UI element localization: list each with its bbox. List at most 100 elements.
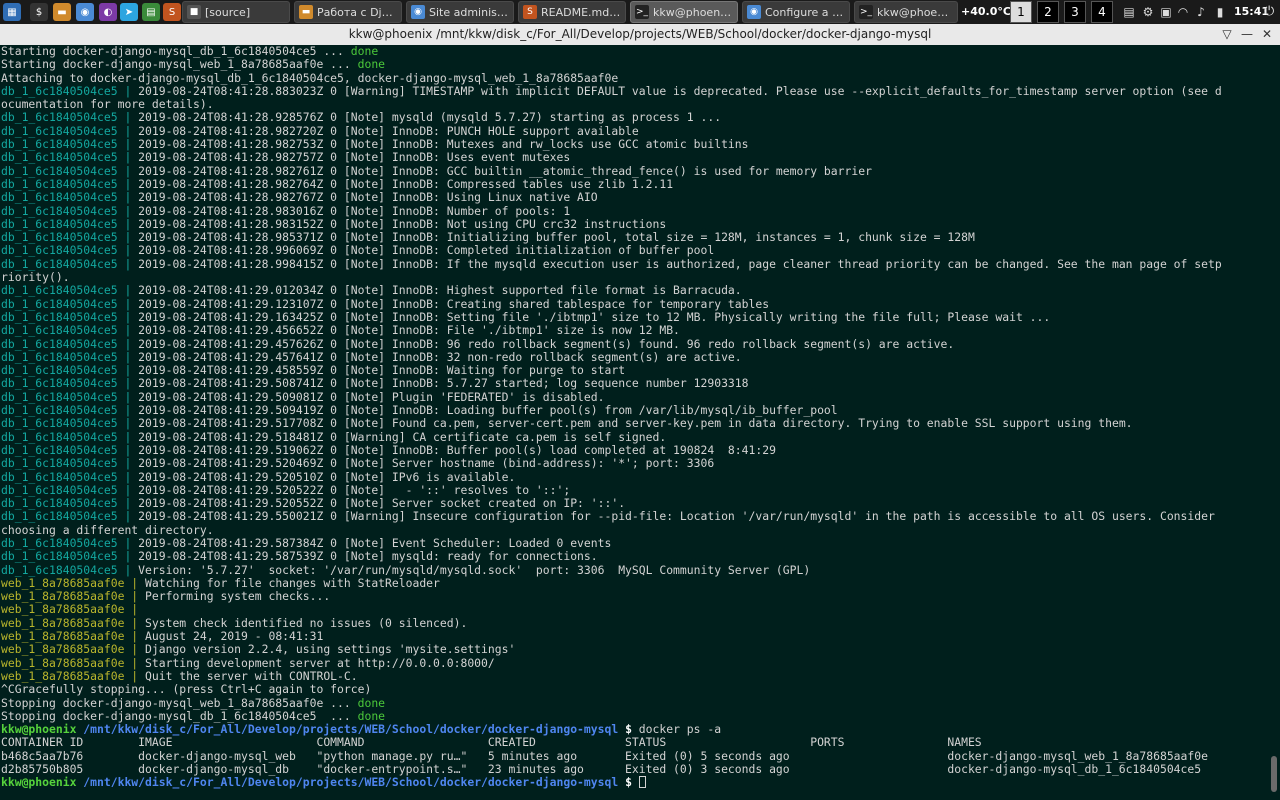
- terminal-text: riority().: [1, 271, 70, 285]
- terminal-bold-text: $: [625, 723, 639, 737]
- terminal-text: 2019-08-24T08:41:28.998415Z 0 [Note] Inn…: [138, 257, 1222, 271]
- terminal-line: db_1_6c1840504ce5 | 2019-08-24T08:41:29.…: [0, 284, 1268, 297]
- terminal-text: choosing a different directory.: [1, 523, 214, 537]
- power-icon[interactable]: ⏻: [1264, 4, 1274, 19]
- terminal-db-text: db_1_6c1840504ce5 |: [1, 84, 139, 98]
- desktop-1-button[interactable]: 1: [1010, 1, 1032, 23]
- terminal-text: Quit the server with CONTROL-C.: [145, 669, 358, 683]
- chrome-icon[interactable]: ◉: [76, 3, 94, 21]
- taskbar-task[interactable]: ▬ Работа с Dja...: [294, 1, 402, 23]
- telegram-icon[interactable]: ➤: [120, 3, 138, 21]
- terminal-db-text: db_1_6c1840504ce5 |: [1, 364, 139, 378]
- terminal-line: db_1_6c1840504ce5 | 2019-08-24T08:41:29.…: [0, 364, 1268, 377]
- scrollbar-thumb[interactable]: [1271, 756, 1277, 792]
- taskbar-task[interactable]: >_ kkw@phoenix ~: [854, 1, 958, 23]
- battery-icon[interactable]: ▮: [1212, 4, 1228, 20]
- terminal-line: choosing a different directory.: [0, 524, 1268, 537]
- terminal-db-text: db_1_6c1840504ce5 |: [1, 417, 139, 431]
- terminal-cursor: [638, 776, 646, 789]
- desktop-3-button[interactable]: 3: [1064, 1, 1086, 23]
- terminal-line: web_1_8a78685aaf0e | Performing system c…: [0, 590, 1268, 603]
- window-title: kkw@phoenix /mnt/kkw/disk_c/For_All/Deve…: [348, 27, 932, 41]
- terminal-db-text: db_1_6c1840504ce5 |: [1, 350, 139, 364]
- menu-icon[interactable]: ▦: [3, 3, 21, 21]
- sublime-icon[interactable]: S: [163, 3, 181, 21]
- terminal-text: b468c5aa7b76 docker-django-mysql_web "py…: [1, 749, 1208, 763]
- tor-icon[interactable]: ◐: [99, 3, 117, 21]
- terminal-web-text: web_1_8a78685aaf0e |: [1, 656, 146, 670]
- terminal-text: Starting development server at http://0.…: [145, 656, 495, 670]
- terminal-web-text: web_1_8a78685aaf0e |: [1, 576, 146, 590]
- terminal-text: 2019-08-24T08:41:28.983152Z 0 [Note] Inn…: [138, 217, 667, 231]
- terminal-db-text: db_1_6c1840504ce5 |: [1, 536, 139, 550]
- window-titlebar[interactable]: kkw@phoenix /mnt/kkw/disk_c/For_All/Deve…: [0, 24, 1280, 46]
- terminal-text: Starting docker-django-mysql_web_1_8a786…: [1, 58, 358, 72]
- desktop-2-button[interactable]: 2: [1037, 1, 1059, 23]
- terminal-line: db_1_6c1840504ce5 | 2019-08-24T08:41:28.…: [0, 85, 1268, 98]
- minimize-button[interactable]: —: [1240, 27, 1254, 41]
- terminal-db-text: db_1_6c1840504ce5 |: [1, 151, 139, 165]
- terminal-text: 2019-08-24T08:41:29.509419Z 0 [Note] Inn…: [138, 404, 838, 418]
- terminal-text: Attaching to docker-django-mysql_db_1_6c…: [1, 71, 619, 85]
- terminal-text: 2019-08-24T08:41:29.456652Z 0 [Note] Inn…: [138, 324, 680, 338]
- volume-icon[interactable]: ♪: [1193, 4, 1209, 20]
- terminal-db-text: db_1_6c1840504ce5 |: [1, 138, 139, 152]
- system-monitor-icon[interactable]: ▤: [142, 3, 160, 21]
- terminal-done-text: done: [357, 696, 386, 710]
- flag-us-icon[interactable]: ▤: [1121, 4, 1137, 20]
- terminal-icon[interactable]: $: [30, 3, 48, 21]
- terminal-text: 2019-08-24T08:41:29.458559Z 0 [Note] Inn…: [138, 364, 626, 378]
- terminal-line: db_1_6c1840504ce5 | 2019-08-24T08:41:29.…: [0, 550, 1268, 563]
- terminal-text: Watching for file changes with StatReloa…: [145, 576, 440, 590]
- terminal-db-text: db_1_6c1840504ce5 |: [1, 483, 139, 497]
- terminal-text: 2019-08-24T08:41:29.517708Z 0 [Note] Fou…: [138, 417, 1133, 431]
- terminal-text: 2019-08-24T08:41:29.457641Z 0 [Note] Inn…: [138, 350, 742, 364]
- taskbar-task[interactable]: ◉ Configure a r...: [742, 1, 850, 23]
- terminal-text: 2019-08-24T08:41:29.518481Z 0 [Warning] …: [138, 430, 667, 444]
- terminal-db-text: db_1_6c1840504ce5 |: [1, 510, 139, 524]
- task-label: kkw@phoenix ~: [877, 5, 953, 19]
- terminal-bold-text: $: [625, 776, 639, 790]
- terminal-line: db_1_6c1840504ce5 | 2019-08-24T08:41:29.…: [0, 537, 1268, 550]
- folder-icon[interactable]: ▬: [53, 3, 71, 21]
- terminal-line: db_1_6c1840504ce5 | 2019-08-24T08:41:28.…: [0, 218, 1268, 231]
- terminal-line: db_1_6c1840504ce5 | 2019-08-24T08:41:28.…: [0, 258, 1268, 271]
- task-label: Configure a r...: [765, 5, 845, 19]
- taskbar-task[interactable]: S README.md (...: [518, 1, 626, 23]
- terminal-line: db_1_6c1840504ce5 | 2019-08-24T08:41:29.…: [0, 391, 1268, 404]
- terminal-db-text: db_1_6c1840504ce5 |: [1, 111, 139, 125]
- pin-icon[interactable]: ▽: [1220, 27, 1234, 41]
- terminal-db-text: db_1_6c1840504ce5 |: [1, 457, 139, 471]
- terminal-text: 2019-08-24T08:41:29.519062Z 0 [Note] Inn…: [138, 443, 776, 457]
- terminal-text: ocumentation for more details).: [1, 98, 214, 112]
- lock-icon[interactable]: ▣: [1158, 4, 1174, 20]
- terminal-text: 2019-08-24T08:41:28.982761Z 0 [Note] Inn…: [138, 164, 872, 178]
- terminal-line: web_1_8a78685aaf0e | Quit the server wit…: [0, 670, 1268, 683]
- terminal-text: 2019-08-24T08:41:29.508741Z 0 [Note] Inn…: [138, 377, 749, 391]
- terminal-line: db_1_6c1840504ce5 | 2019-08-24T08:41:28.…: [0, 165, 1268, 178]
- terminal-text: 2019-08-24T08:41:29.520469Z 0 [Note] Ser…: [138, 457, 715, 471]
- terminal-text: 2019-08-24T08:41:28.982757Z 0 [Note] Inn…: [138, 151, 571, 165]
- taskbar-task[interactable]: ■ [source]: [182, 1, 290, 23]
- taskbar: ▦ $ ▬ ◉ ◐ ➤ ▤ S ■ [source] ▬ Работа с Dja... ◉ Site …: [0, 0, 1280, 25]
- taskbar-task[interactable]: >_ kkw@phoenix...: [630, 1, 738, 23]
- terminal-text: Performing system checks...: [145, 590, 331, 604]
- terminal-line: db_1_6c1840504ce5 | 2019-08-24T08:41:29.…: [0, 351, 1268, 364]
- wifi-icon[interactable]: ◠: [1175, 4, 1191, 20]
- terminal-text: 2019-08-24T08:41:28.982764Z 0 [Note] Inn…: [138, 177, 674, 191]
- taskbar-task[interactable]: ◉ Site administr...: [406, 1, 514, 23]
- terminal-web-text: web_1_8a78685aaf0e |: [1, 603, 146, 617]
- terminal-db-text: db_1_6c1840504ce5 |: [1, 337, 139, 351]
- terminal-line: kkw@phoenix /mnt/kkw/disk_c/For_All/Deve…: [0, 723, 1268, 736]
- terminal-web-text: web_1_8a78685aaf0e |: [1, 616, 146, 630]
- gear-icon[interactable]: ⚙: [1140, 4, 1156, 20]
- desktop-4-button[interactable]: 4: [1091, 1, 1113, 23]
- terminal-web-text: web_1_8a78685aaf0e |: [1, 669, 146, 683]
- terminal-text: 2019-08-24T08:41:29.587384Z 0 [Note] Eve…: [138, 536, 612, 550]
- terminal-db-text: db_1_6c1840504ce5 |: [1, 231, 139, 245]
- scrollbar[interactable]: [1268, 45, 1280, 800]
- terminal-output[interactable]: Starting docker-django-mysql_db_1_6c1840…: [0, 45, 1268, 800]
- terminal-db-text: db_1_6c1840504ce5 |: [1, 177, 139, 191]
- terminal-line: web_1_8a78685aaf0e | Django version 2.2.…: [0, 643, 1268, 656]
- close-button[interactable]: ✕: [1260, 27, 1274, 41]
